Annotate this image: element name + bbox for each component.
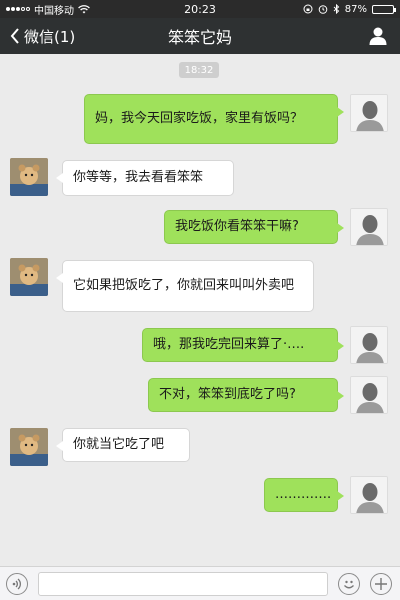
message-text: 哦，那我吃完回来算了·…. xyxy=(153,337,305,352)
my-avatar[interactable] xyxy=(350,208,388,246)
outgoing-message-bubble[interactable]: …………. xyxy=(264,478,344,512)
emoji-icon xyxy=(344,580,354,589)
lock-rotation-icon xyxy=(303,4,313,14)
back-label: 微信(1) xyxy=(24,27,76,46)
man-portrait-icon xyxy=(351,209,387,245)
man-portrait-icon xyxy=(351,95,387,131)
chevron-left-icon xyxy=(10,28,19,44)
battery-percent: 87% xyxy=(344,3,367,15)
message-timestamp: 18:32 xyxy=(179,62,219,78)
alarm-icon xyxy=(318,5,328,14)
message-text: …………. xyxy=(275,487,332,502)
nav-bar: 微信(1) 笨笨它妈 xyxy=(0,18,400,54)
man-portrait-icon xyxy=(351,477,387,513)
back-button[interactable]: 微信(1) xyxy=(10,18,75,54)
man-portrait-icon xyxy=(351,327,387,363)
dog-photo-icon xyxy=(10,428,48,466)
message-text: 你等等，我去看看笨笨 xyxy=(73,170,204,185)
contact-avatar[interactable] xyxy=(10,158,48,196)
outgoing-message-bubble[interactable]: 哦，那我吃完回来算了·…. xyxy=(142,328,344,362)
status-right: 87% xyxy=(303,3,396,15)
status-bar: 中国移动 20:23 87% xyxy=(0,0,400,18)
incoming-message-bubble[interactable]: 它如果把饭吃了，你就回来叫叫外卖吧 xyxy=(56,260,314,312)
voice-icon xyxy=(12,578,21,590)
my-avatar[interactable] xyxy=(350,326,388,364)
outgoing-message-bubble[interactable]: 我吃饭你看笨笨干嘛? xyxy=(164,210,344,244)
message-text: 妈，我今天回家吃饭，家里有饭吗？ xyxy=(95,111,304,126)
message-text: 我吃饭你看笨笨干嘛? xyxy=(175,219,299,234)
outgoing-message-bubble[interactable]: 妈，我今天回家吃饭，家里有饭吗？ xyxy=(84,94,344,144)
chat-area[interactable]: 18:32 妈，我今天回家吃饭，家里有饭吗？ 你等等，我去看看笨笨 我吃饭你看笨… xyxy=(0,54,400,566)
chat-title: 笨笨它妈 xyxy=(167,28,232,47)
more-button[interactable] xyxy=(370,573,392,595)
message-input[interactable] xyxy=(38,572,328,596)
message-text: 它如果把饭吃了，你就回来叫叫外卖吧 xyxy=(73,278,295,293)
message-text: 不对，笨笨到底吃了吗? xyxy=(159,387,296,402)
incoming-message-bubble[interactable]: 你等等，我去看看笨笨 xyxy=(56,160,234,196)
input-bar xyxy=(0,566,400,600)
my-avatar[interactable] xyxy=(350,476,388,514)
my-avatar[interactable] xyxy=(350,94,388,132)
incoming-message-bubble[interactable]: 你就当它吃了吧 xyxy=(56,428,190,462)
battery-icon xyxy=(372,4,396,14)
emoji-button[interactable] xyxy=(338,573,360,595)
man-portrait-icon xyxy=(351,377,387,413)
message-text: 你就当它吃了吧 xyxy=(73,437,165,452)
bluetooth-icon xyxy=(333,4,339,14)
person-icon[interactable] xyxy=(368,26,388,46)
voice-button[interactable] xyxy=(6,573,28,595)
plus-icon xyxy=(375,578,387,590)
dog-photo-icon xyxy=(10,258,48,296)
contact-avatar[interactable] xyxy=(10,428,48,466)
outgoing-message-bubble[interactable]: 不对，笨笨到底吃了吗? xyxy=(148,378,344,412)
my-avatar[interactable] xyxy=(350,376,388,414)
contact-avatar[interactable] xyxy=(10,258,48,296)
dog-photo-icon xyxy=(10,158,48,196)
